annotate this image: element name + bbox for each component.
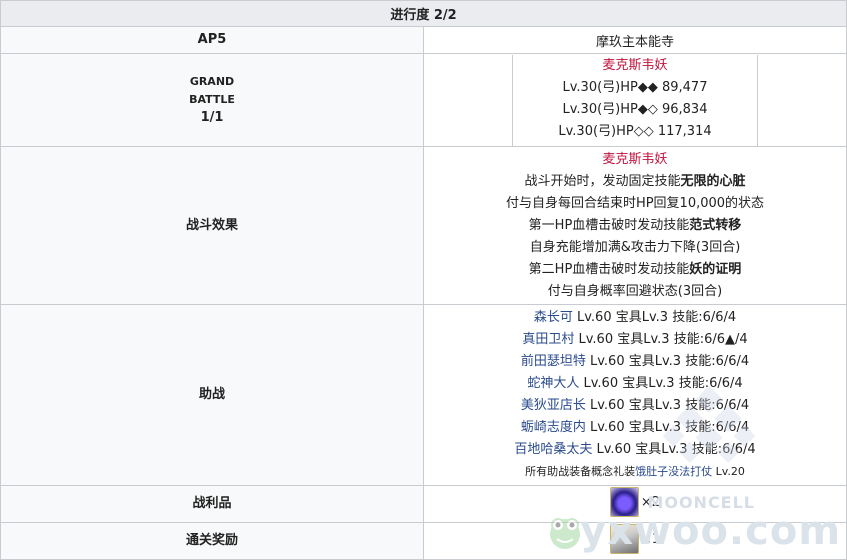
support-note-level: Lv.20 (712, 465, 745, 478)
enemy-cell: 麦克斯韦妖 Lv.30(弓)HP◆◆ 89,477 Lv.30(弓)HP◆◇ 9… (423, 53, 847, 147)
support-row: 蛎崎志度内 Lv.60 宝具Lv.3 技能:6/6/4 (424, 417, 846, 439)
servant-detail-7: Lv.60 宝具Lv.3 技能:6/6/4 (592, 442, 756, 457)
craft-essence-icon[interactable] (609, 524, 639, 554)
drop-cell: ×2 (423, 485, 847, 523)
support-row: 美狄亚店长 Lv.60 宝具Lv.3 技能:6/6/4 (424, 395, 846, 417)
skill-paradigm-shift: 范式转移 (689, 217, 742, 233)
drop-label: 战利品 (0, 485, 424, 523)
enemy-hp-row-2: Lv.30(弓)HP◆◇ 96,834 (562, 101, 708, 117)
support-note: 所有助战装备概念礼装饿肚子没法打仗 Lv.20 (424, 461, 846, 483)
servant-detail-1: Lv.60 宝具Lv.3 技能:6/6/4 (572, 310, 737, 325)
servant-detail-3: Lv.60 宝具Lv.3 技能:6/6/4 (585, 354, 750, 369)
enemy-name-link[interactable]: 麦克斯韦妖 (513, 55, 757, 77)
enemy-hp-row-3: Lv.30(弓)HP◇◇ 117,314 (558, 123, 712, 139)
servant-detail-4: Lv.60 宝具Lv.3 技能:6/6/4 (579, 376, 743, 391)
skill-infinite-heart: 无限的心脏 (680, 173, 746, 189)
progress-header: 进行度 2/2 (0, 0, 847, 27)
battle-label-line2: BATTLE (189, 93, 235, 106)
servant-detail-5: Lv.60 宝具Lv.3 技能:6/6/4 (585, 398, 750, 413)
effect-line-5: 第二HP血槽击破时发动技能妖的证明 (424, 259, 846, 281)
support-label: 助战 (0, 304, 424, 486)
drop-quantity: ×2 (640, 494, 661, 510)
servant-link-2[interactable]: 真田卫村 (522, 332, 574, 347)
effect-line-4: 自身充能增加满&攻击力下降(3回合) (529, 239, 741, 255)
servant-link-4[interactable]: 蛇神大人 (527, 376, 579, 391)
effect-line-1: 战斗开始时，发动固定技能无限的心脏 (424, 171, 846, 193)
enemy-box: 麦克斯韦妖 Lv.30(弓)HP◆◆ 89,477 Lv.30(弓)HP◆◇ 9… (512, 54, 758, 146)
drop-item: ×2 (609, 487, 661, 517)
effect-line-1-text: 战斗开始时，发动固定技能 (524, 173, 681, 189)
servant-link-3[interactable]: 前田瑟坦特 (521, 354, 586, 369)
support-row: 真田卫村 Lv.60 宝具Lv.3 技能:6/6▲/4 (424, 329, 846, 351)
support-row: 森长可 Lv.60 宝具Lv.3 技能:6/6/4 (424, 307, 846, 329)
effect-line-3: 第一HP血槽击破时发动技能范式转移 (424, 215, 846, 237)
servant-detail-6: Lv.60 宝具Lv.3 技能:6/6/4 (585, 420, 750, 435)
battle-label-line3: 1/1 (200, 110, 224, 125)
purple-orb-icon[interactable] (609, 487, 639, 517)
enemy-hp-row-1: Lv.30(弓)HP◆◆ 89,477 (562, 79, 708, 95)
effect-line-3-text: 第一HP血槽击破时发动技能 (528, 217, 690, 233)
reward-label: 通关奖励 (0, 522, 424, 560)
effect-enemy-name[interactable]: 麦克斯韦妖 (424, 149, 846, 171)
servant-link-6[interactable]: 蛎崎志度内 (521, 420, 586, 435)
quest-table: 进行度 2/2 AP5 摩玖主本能寺 GRAND BATTLE 1/1 麦克斯韦… (0, 0, 847, 560)
ap-label: AP5 (0, 26, 424, 54)
location-name: 摩玖主本能寺 (423, 26, 847, 54)
support-row: 蛇神大人 Lv.60 宝具Lv.3 技能:6/6/4 (424, 373, 846, 395)
skill-demon-proof: 妖的证明 (689, 261, 742, 277)
servant-detail-2: Lv.60 宝具Lv.3 技能:6/6▲/4 (574, 332, 748, 347)
reward-cell: ×1 (423, 522, 847, 560)
effect-line-5-text: 第二HP血槽击破时发动技能 (528, 261, 690, 277)
servant-link-5[interactable]: 美狄亚店长 (521, 398, 586, 413)
reward-item: ×1 (609, 524, 661, 554)
reward-quantity: ×1 (640, 531, 661, 547)
effect-line-6: 付与自身概率回避状态(3回合) (547, 283, 723, 299)
support-row: 前田瑟坦特 Lv.60 宝具Lv.3 技能:6/6/4 (424, 351, 846, 373)
battle-label-line1: GRAND (189, 75, 235, 88)
effect-cell: 麦克斯韦妖 战斗开始时，发动固定技能无限的心脏 付与自身每回合结束时HP回复10… (423, 146, 847, 305)
support-row: 百地哈桑太夫 Lv.60 宝具Lv.3 技能:6/6/4 (424, 439, 846, 461)
servant-link-7[interactable]: 百地哈桑太夫 (514, 442, 592, 457)
support-cell: 森长可 Lv.60 宝具Lv.3 技能:6/6/4 真田卫村 Lv.60 宝具L… (423, 304, 847, 486)
effect-line-2: 付与自身每回合结束时HP回复10,000的状态 (505, 195, 765, 211)
battle-label: GRAND BATTLE 1/1 (0, 53, 424, 147)
servant-link-1[interactable]: 森长可 (534, 310, 573, 325)
craft-essence-link[interactable]: 饿肚子没法打仗 (635, 465, 712, 478)
support-note-text: 所有助战装备概念礼装 (525, 465, 636, 478)
effect-label: 战斗效果 (0, 146, 424, 305)
